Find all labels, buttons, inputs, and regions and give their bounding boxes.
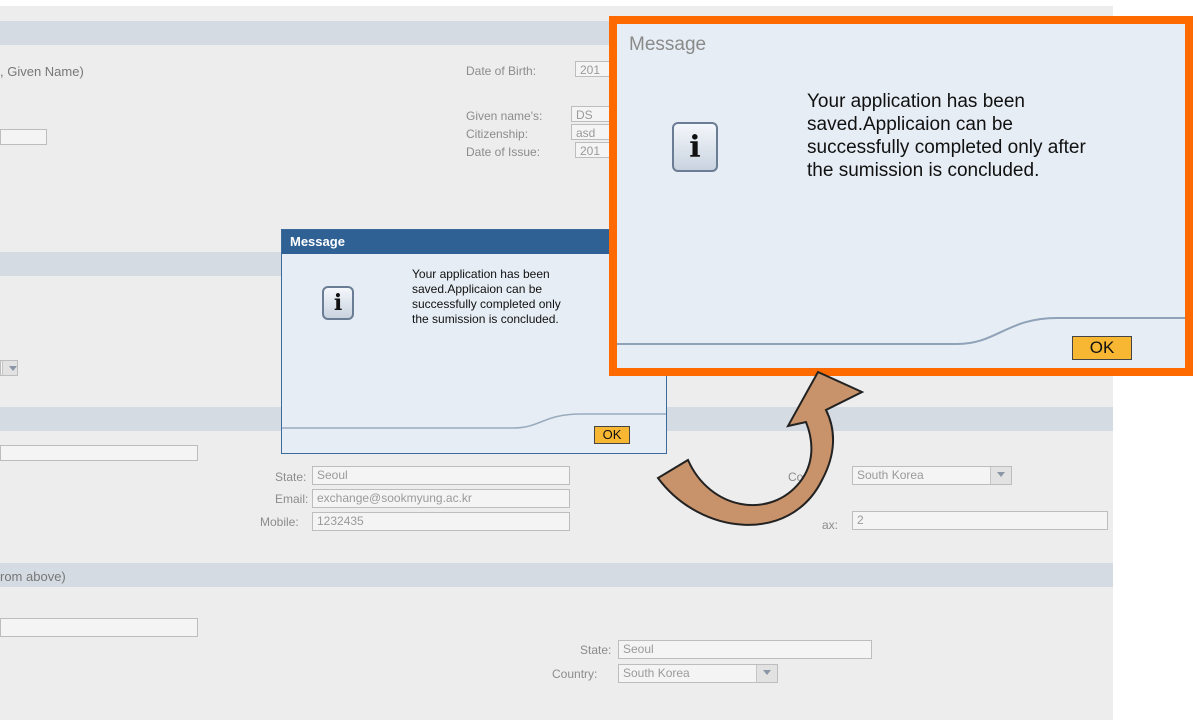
chevron-down-icon[interactable] bbox=[756, 665, 777, 682]
message-line: the sumission is concluded. bbox=[807, 160, 1040, 181]
address2-input[interactable] bbox=[0, 618, 198, 637]
message-line: Your application has been bbox=[807, 91, 1025, 112]
zoomed-dialog-callout: Message i Your application has been save… bbox=[609, 16, 1193, 376]
message-line: saved.Applicaion can be bbox=[807, 114, 1013, 135]
from-above-hint: rom above) bbox=[0, 569, 66, 584]
section-header-address bbox=[0, 563, 1113, 587]
dialog-message: Your application has been saved.Applicai… bbox=[412, 267, 561, 327]
date-of-issue-label: Date of Issue: bbox=[466, 145, 541, 159]
state2-label: State: bbox=[580, 643, 612, 657]
chevron-down-icon[interactable] bbox=[990, 467, 1011, 484]
given-names-field[interactable]: DS bbox=[571, 106, 611, 122]
message-line: saved.Applicaion can be bbox=[412, 282, 543, 296]
chevron-down-icon[interactable] bbox=[2, 361, 17, 375]
given-name-hint: , Given Name) bbox=[0, 64, 84, 79]
country2-select-value: South Korea bbox=[623, 666, 690, 680]
curved-arrow-icon bbox=[656, 370, 865, 526]
message-line: Your application has been bbox=[412, 267, 550, 281]
ok-button[interactable]: OK bbox=[594, 426, 630, 444]
email-field[interactable]: exchange@sookmyung.ac.kr bbox=[312, 489, 570, 508]
message-line: successfully completed only bbox=[412, 297, 561, 311]
state-label: State: bbox=[275, 470, 307, 484]
given-names-label: Given name's: bbox=[466, 109, 543, 123]
ok-button[interactable]: OK bbox=[1072, 336, 1132, 360]
info-icon: i bbox=[322, 286, 354, 320]
date-of-birth-label: Date of Birth: bbox=[466, 64, 537, 78]
zoomed-dialog-message: Your application has been saved.Applicai… bbox=[807, 90, 1086, 182]
info-icon: i bbox=[672, 122, 718, 172]
country2-select[interactable]: South Korea bbox=[618, 664, 778, 683]
citizenship-field[interactable]: asd bbox=[571, 124, 611, 140]
zoomed-dialog-title: Message bbox=[629, 34, 707, 55]
state-field[interactable]: Seoul bbox=[312, 466, 570, 485]
select-partial[interactable] bbox=[0, 360, 18, 376]
message-line: successfully completed only after bbox=[807, 137, 1086, 158]
mobile-label: Mobile: bbox=[260, 515, 299, 529]
state2-field[interactable]: Seoul bbox=[618, 640, 872, 659]
name-input[interactable] bbox=[0, 129, 47, 145]
email-label: Email: bbox=[275, 492, 309, 506]
message-line: the sumission is concluded. bbox=[412, 312, 559, 326]
address-input[interactable] bbox=[0, 445, 198, 461]
mobile-field[interactable]: 1232435 bbox=[312, 512, 570, 531]
country2-label: Country: bbox=[552, 667, 598, 681]
citizenship-label: Citizenship: bbox=[466, 127, 529, 141]
